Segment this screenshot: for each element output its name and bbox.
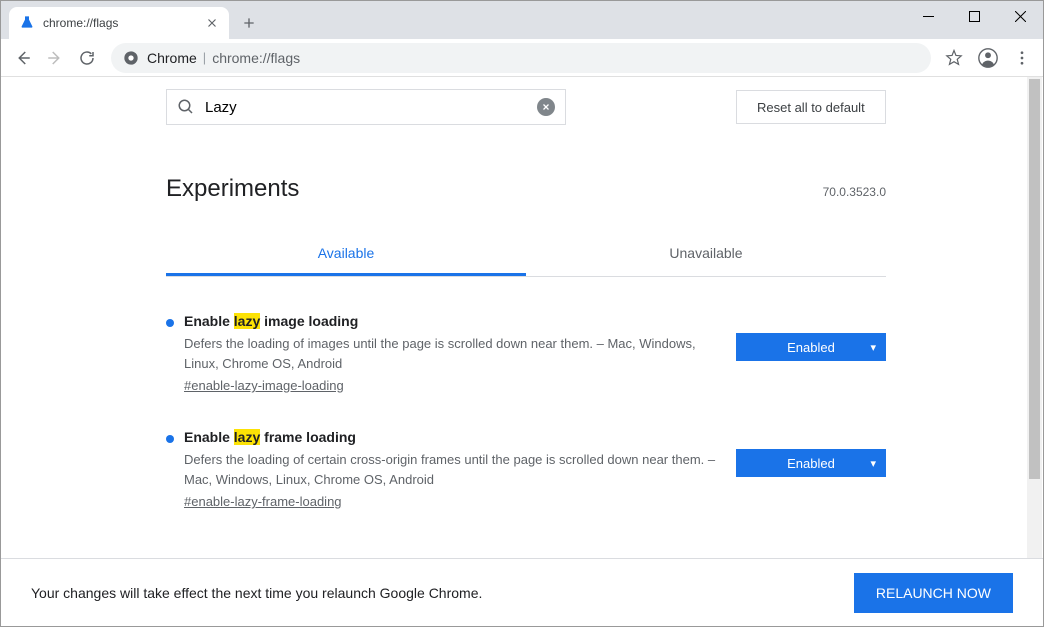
menu-dots-icon[interactable] [1007,43,1037,73]
minimize-button[interactable] [905,1,951,31]
new-tab-button[interactable] [235,9,263,37]
flag-dropdown-value: Enabled [787,340,835,355]
reset-all-button[interactable]: Reset all to default [736,90,886,124]
flag-description: Defers the loading of images until the p… [184,334,716,373]
page-title: Experiments [166,175,299,203]
chrome-icon [123,50,139,66]
relaunch-button[interactable]: RELAUNCH NOW [854,573,1013,613]
page: Reset all to default Experiments 70.0.35… [166,77,886,509]
browser-tab[interactable]: chrome://flags [9,7,229,39]
flag-title: Enable lazy image loading [184,313,716,329]
close-window-button[interactable] [997,1,1043,31]
search-icon [177,98,195,116]
bookmark-star-icon[interactable] [939,43,969,73]
search-highlight: lazy [234,313,260,329]
forward-button[interactable] [39,42,71,74]
flask-icon [19,15,35,31]
tabs: Available Unavailable [166,233,886,277]
search-input[interactable] [205,99,537,116]
search-box[interactable] [166,89,566,125]
tab-title: chrome://flags [43,16,205,30]
titlebar: chrome://flags [1,1,1043,39]
omnibox-separator: | [203,50,206,65]
window-controls [905,1,1043,31]
search-highlight: lazy [234,429,260,445]
scrollbar[interactable] [1027,77,1042,558]
flag-title: Enable lazy frame loading [184,429,716,445]
tab-available[interactable]: Available [166,233,526,276]
close-icon[interactable] [205,16,219,30]
flag-dropdown-value: Enabled [787,456,835,471]
omnibox-prefix: Chrome [147,50,197,66]
flag-body: Enable lazy frame loading Defers the loa… [184,429,736,509]
address-bar[interactable]: Chrome | chrome://flags [111,43,931,73]
scrollbar-thumb[interactable] [1029,79,1040,479]
content-area: Reset all to default Experiments 70.0.35… [1,77,1043,626]
flag-item: Enable lazy frame loading Defers the loa… [166,429,886,509]
flag-dropdown[interactable]: Enabled [736,333,886,361]
flag-dropdown[interactable]: Enabled [736,449,886,477]
flag-description: Defers the loading of certain cross-orig… [184,450,716,489]
profile-avatar-icon[interactable] [973,43,1003,73]
footer-bar: Your changes will take effect the next t… [1,558,1043,626]
maximize-button[interactable] [951,1,997,31]
version-label: 70.0.3523.0 [823,185,886,199]
omnibox-url: chrome://flags [212,50,919,66]
modified-dot-icon [166,319,174,327]
clear-search-icon[interactable] [537,98,555,116]
flag-body: Enable lazy image loading Defers the loa… [184,313,736,393]
toolbar: Chrome | chrome://flags [1,39,1043,77]
flag-anchor-link[interactable]: #enable-lazy-frame-loading [184,494,342,509]
modified-dot-icon [166,435,174,443]
back-button[interactable] [7,42,39,74]
flag-anchor-link[interactable]: #enable-lazy-image-loading [184,378,344,393]
tab-unavailable[interactable]: Unavailable [526,233,886,276]
heading-row: Experiments 70.0.3523.0 [166,175,886,203]
footer-text: Your changes will take effect the next t… [31,585,482,601]
reload-button[interactable] [71,42,103,74]
search-row: Reset all to default [166,89,886,125]
flag-item: Enable lazy image loading Defers the loa… [166,313,886,393]
